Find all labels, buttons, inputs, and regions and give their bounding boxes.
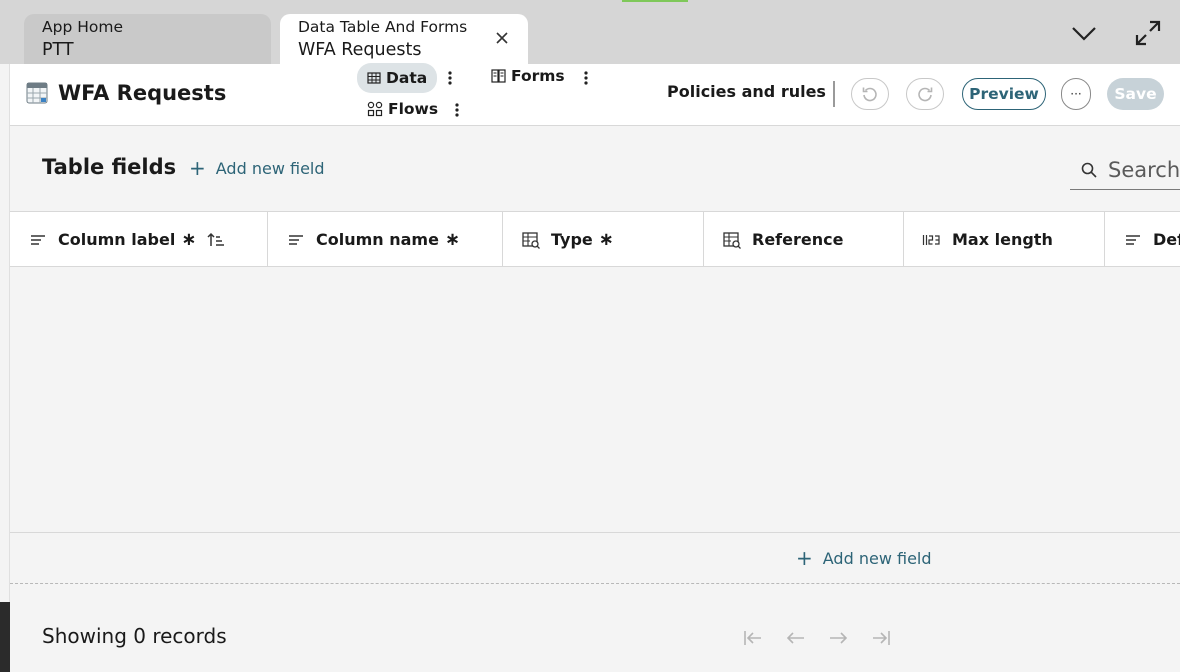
- tab-wfa-requests[interactable]: Data Table And Forms WFA Requests: [280, 14, 528, 64]
- search-input[interactable]: Search: [1070, 150, 1180, 190]
- left-edge-dark: [0, 602, 10, 672]
- add-new-field-label: Add new field: [822, 548, 932, 568]
- text-lines-icon: [289, 234, 303, 245]
- add-new-field-button[interactable]: + Add new field: [189, 158, 325, 178]
- required-icon: ∗: [181, 229, 197, 250]
- search-icon: [1081, 162, 1097, 178]
- text-lines-icon: [31, 234, 45, 245]
- more-options-button[interactable]: ···: [1061, 78, 1091, 110]
- required-icon: ∗: [598, 229, 614, 250]
- flows-menu-icon[interactable]: [449, 98, 465, 122]
- add-new-field-footer-button[interactable]: + Add new field: [796, 548, 932, 568]
- nav-forms[interactable]: Forms: [481, 62, 575, 90]
- records-count: Showing 0 records: [42, 624, 227, 648]
- table-body: [10, 267, 1180, 531]
- column-header-default[interactable]: Def: [1105, 212, 1180, 267]
- nav-flows[interactable]: Flows: [357, 95, 448, 123]
- save-button[interactable]: Save: [1107, 78, 1164, 110]
- plus-icon: +: [189, 156, 206, 180]
- undo-icon: [862, 87, 877, 102]
- column-label: Def: [1153, 230, 1180, 249]
- table-search-icon: [522, 231, 540, 249]
- column-header-max-length[interactable]: Max length: [904, 212, 1105, 267]
- chevron-down-icon[interactable]: [1069, 18, 1099, 48]
- table-footer: + Add new field: [10, 532, 1180, 584]
- tab-subtitle: PTT: [42, 40, 74, 60]
- column-header-type[interactable]: Type ∗: [503, 212, 704, 267]
- column-header-column-label[interactable]: Column label ∗: [10, 212, 268, 267]
- nav-flows-label: Flows: [388, 100, 439, 118]
- number-icon: [922, 234, 940, 245]
- page-header: WFA Requests Data Forms Flows Policies a…: [10, 62, 1180, 126]
- preview-button[interactable]: Preview: [962, 78, 1046, 110]
- next-page-icon[interactable]: [826, 626, 850, 650]
- data-menu-icon[interactable]: [442, 66, 458, 90]
- column-label: Column name: [316, 230, 439, 249]
- section-title: Table fields: [42, 155, 177, 179]
- column-header-column-name[interactable]: Column name ∗: [268, 212, 503, 267]
- column-label: Type: [551, 230, 593, 249]
- divider: [833, 81, 835, 107]
- column-header-reference[interactable]: Reference: [704, 212, 904, 267]
- fields-table: Column label ∗ Column name ∗ Type ∗ Refe…: [10, 211, 1180, 584]
- policies-and-rules-link[interactable]: Policies and rules: [667, 82, 826, 101]
- tab-title: Data Table And Forms: [298, 18, 468, 36]
- page-title: WFA Requests: [58, 81, 227, 105]
- tab-app-home[interactable]: App Home PTT: [24, 14, 271, 64]
- required-icon: ∗: [444, 229, 461, 250]
- expand-icon[interactable]: [1133, 18, 1163, 48]
- add-new-field-label: Add new field: [215, 158, 325, 178]
- tab-subtitle: WFA Requests: [298, 40, 422, 60]
- nav-data-label: Data: [386, 69, 428, 87]
- redo-icon: [918, 87, 933, 102]
- table-header: Column label ∗ Column name ∗ Type ∗ Refe…: [10, 212, 1180, 267]
- plus-icon: +: [796, 546, 813, 570]
- column-label: Reference: [752, 230, 844, 249]
- table-icon: [367, 72, 381, 84]
- close-icon[interactable]: [492, 28, 512, 48]
- nav-data[interactable]: Data: [357, 63, 438, 93]
- flows-icon: [367, 101, 383, 117]
- forms-icon: [491, 69, 506, 83]
- undo-button[interactable]: [851, 78, 889, 110]
- forms-menu-icon[interactable]: [578, 66, 594, 90]
- search-placeholder: Search: [1108, 157, 1180, 182]
- column-label: Column label: [58, 230, 176, 249]
- table-search-icon: [723, 231, 741, 249]
- last-page-icon[interactable]: [869, 626, 893, 650]
- text-lines-icon: [1126, 234, 1140, 245]
- app-tab-bar: App Home PTT Data Table And Forms WFA Re…: [0, 0, 1180, 64]
- nav-forms-label: Forms: [511, 67, 565, 85]
- left-edge: [0, 64, 10, 672]
- table-icon: [26, 82, 48, 104]
- first-page-icon[interactable]: [741, 626, 765, 650]
- column-label: Max length: [952, 230, 1053, 249]
- active-indicator: [622, 0, 688, 2]
- tab-title: App Home: [42, 18, 123, 36]
- sort-ascending-icon[interactable]: [206, 230, 226, 250]
- previous-page-icon[interactable]: [784, 626, 808, 650]
- redo-button[interactable]: [906, 78, 944, 110]
